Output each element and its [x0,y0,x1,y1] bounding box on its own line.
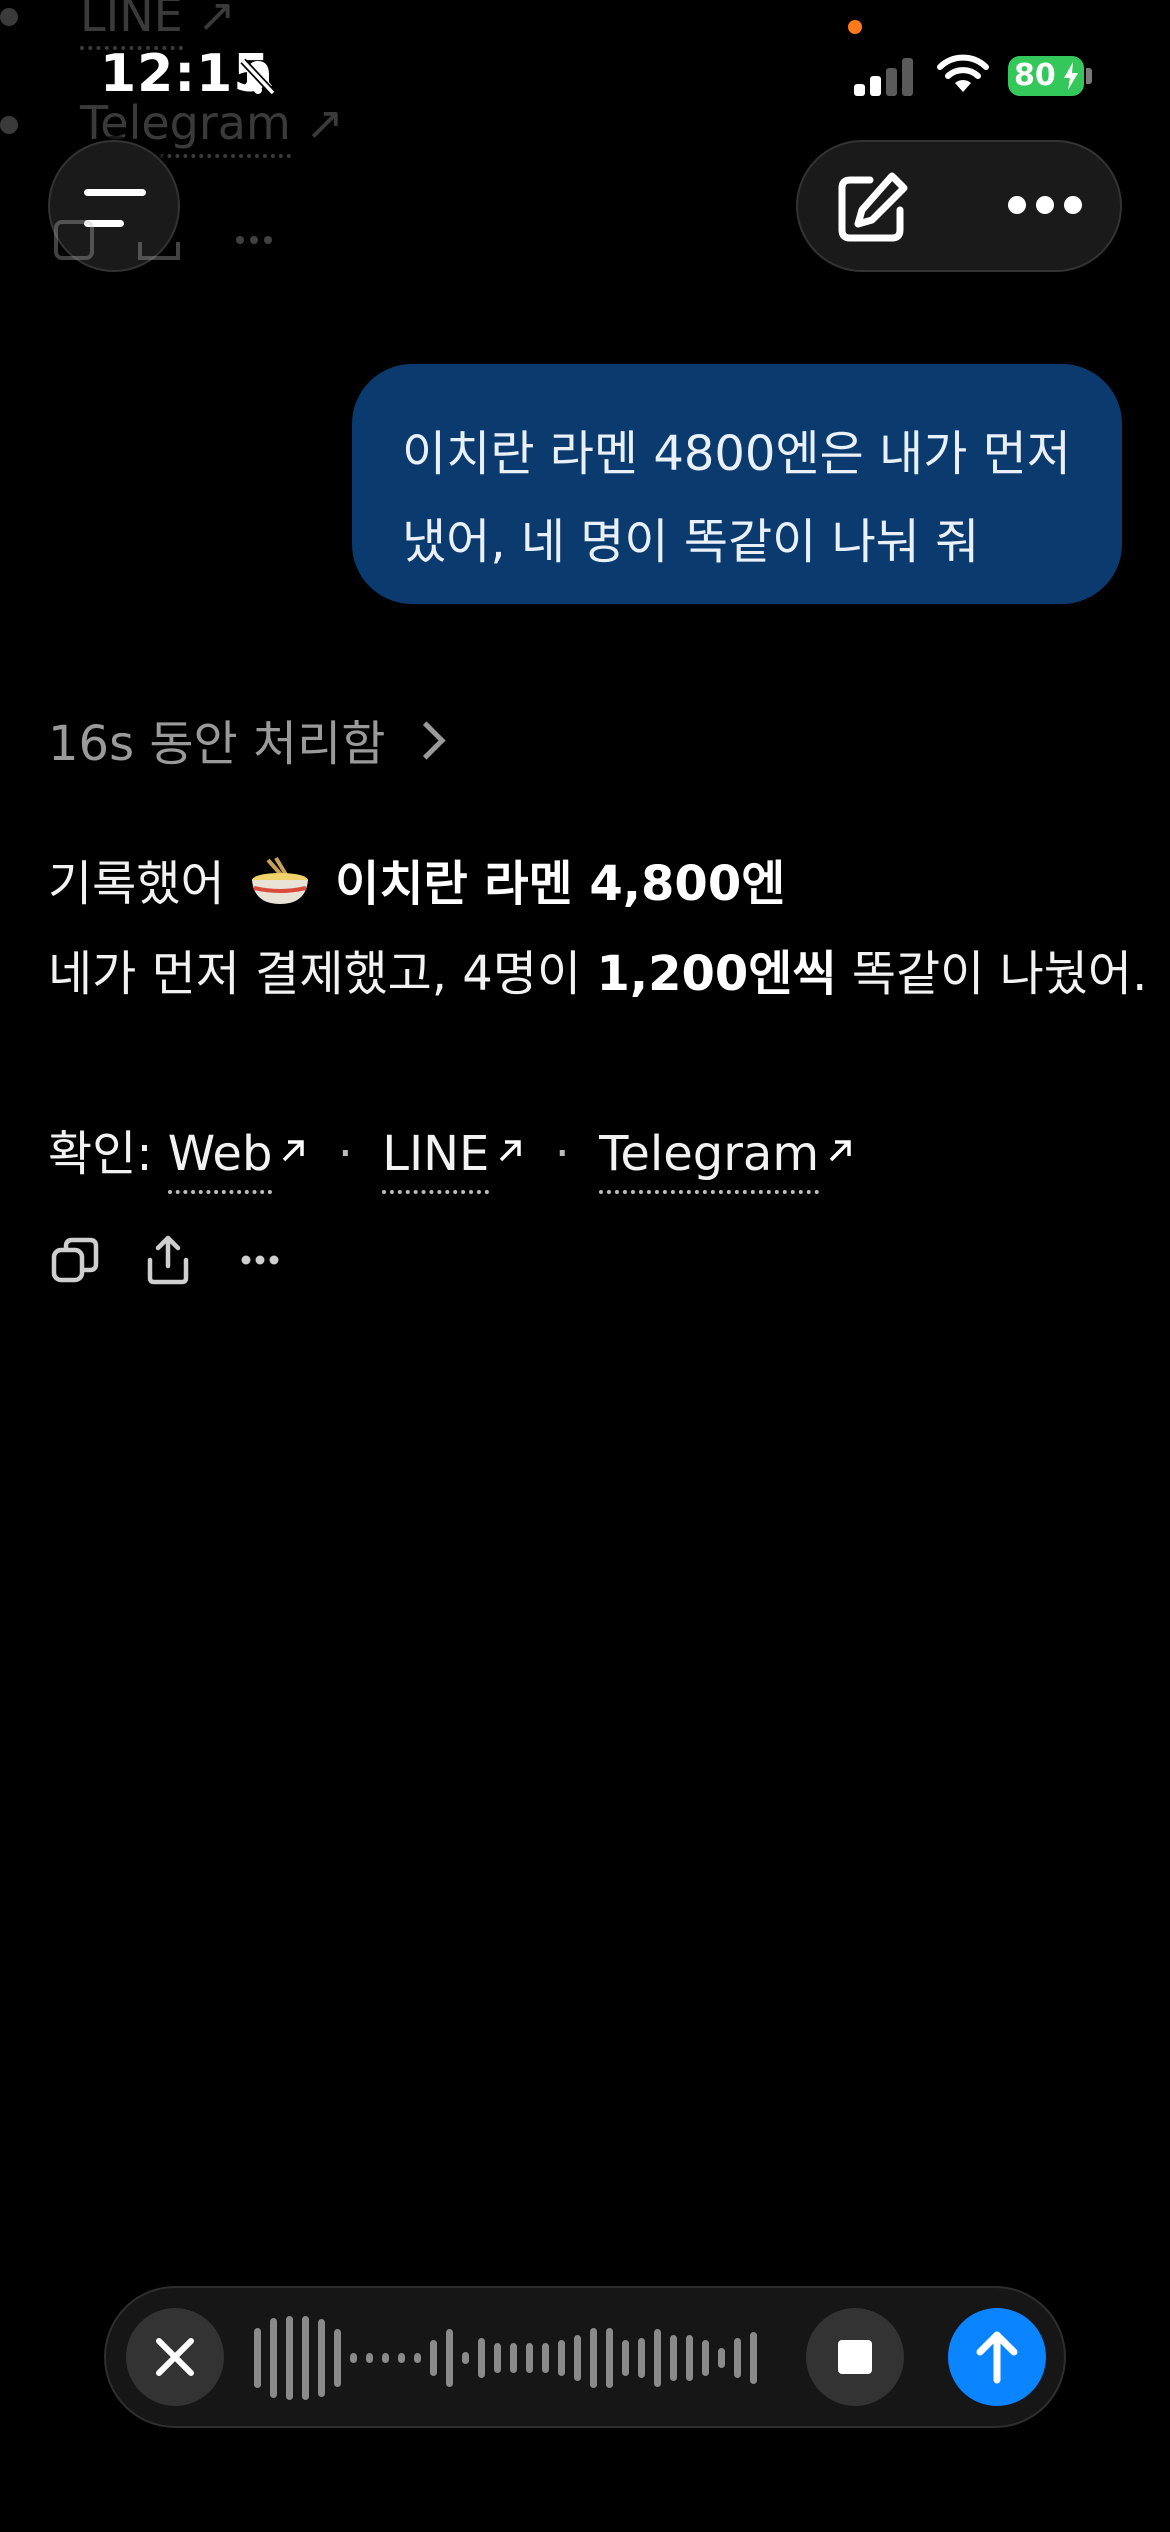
ellipsis-icon[interactable] [1008,196,1082,220]
user-message-line: 냈어, 네 명이 똑같이 나눠 줘 [402,514,980,570]
assistant-answer-line1: 기록했어 이치란 라멘 4,800엔 [48,844,785,914]
chevron-right-icon [407,721,446,760]
waveform-bar [542,2343,549,2373]
waveform-bar [366,2353,373,2363]
copy-icon[interactable] [48,1232,104,1288]
stop-icon [838,2340,872,2374]
waveform-bar [270,2318,277,2398]
audio-waveform [254,2288,854,2428]
assistant-answer-line2: 네가 먼저 결제했고, 4명이 1,200엔씩 똑같이 나눴어. [48,934,1147,1004]
waveform-bar [734,2338,741,2378]
user-message-line: 이치란 라멘 4800엔은 내가 먼저 [402,426,1071,482]
charging-bolt-icon [1064,62,1078,90]
send-button[interactable] [948,2308,1046,2406]
answer-text: 네가 먼저 결제했고, 4명이 [48,946,582,1002]
waveform-bar [334,2329,341,2387]
link-web[interactable]: Web [167,1126,273,1194]
waveform-bar [462,2352,469,2364]
privacy-indicator-dot [848,20,862,34]
waveform-bar [318,2319,325,2397]
battery-tip [1086,68,1092,84]
compose-icon[interactable] [834,170,910,246]
message-actions [48,1232,308,1292]
waveform-bar [478,2338,485,2378]
waveform-bar [638,2338,645,2378]
battery-indicator: 80 [1008,56,1084,96]
wifi-icon [937,54,989,92]
waveform-bar [254,2328,261,2388]
waveform-bar [382,2353,389,2363]
battery-level: 80 [1014,58,1056,93]
waveform-bar [430,2340,437,2376]
header-actions [796,140,1122,272]
waveform-bar [654,2329,661,2387]
waveform-bar [302,2316,309,2400]
answer-bold-text: 1,200엔씩 [596,946,837,1002]
confirm-links: 확인: Web · LINE · Telegram [48,1114,855,1194]
ramen-bowl-emoji [251,856,308,904]
ghost-list-item: LINE ↗ [0,0,236,50]
waveform-bar [718,2348,725,2368]
answer-text: 똑같이 나눴어. [851,946,1148,1002]
answer-text: 기록했어 [48,856,225,912]
waveform-bar [702,2340,709,2376]
arrow-up-icon [976,2331,1018,2384]
waveform-bar [350,2353,357,2363]
waveform-bar [622,2340,629,2376]
close-icon [156,2338,194,2376]
external-arrow-icon [500,1140,522,1162]
waveform-bar [558,2340,565,2376]
waveform-bar [606,2328,613,2388]
waveform-bar [446,2329,453,2387]
waveform-bar [398,2353,405,2363]
reasoning-label: 16s 동안 처리함 [48,716,386,772]
link-telegram[interactable]: Telegram [599,1126,820,1194]
link-separator: · [337,1126,353,1182]
reasoning-toggle[interactable]: 16s 동안 처리함 [48,704,446,774]
more-options-icon[interactable] [232,1232,288,1288]
waveform-bar [494,2343,501,2373]
link-separator: · [554,1126,570,1182]
waveform-bar [590,2328,597,2388]
share-icon[interactable] [140,1232,196,1288]
bell-muted-icon [240,58,276,96]
cancel-recording-button[interactable] [126,2308,224,2406]
link-line[interactable]: LINE [382,1126,490,1194]
external-arrow-icon [829,1140,851,1162]
chat-screen: LINE ↗ Telegram ↗ 12:15 80 이치란 라멘 4800엔은… [0,0,1170,2532]
waveform-bar [286,2316,293,2400]
waveform-bar [750,2332,757,2384]
waveform-bar [686,2335,693,2381]
confirm-label: 확인: [48,1126,153,1182]
user-message-bubble: 이치란 라멘 4800엔은 내가 먼저 냈어, 네 명이 똑같이 나눠 줘 [352,364,1122,604]
waveform-bar [414,2353,421,2363]
hamburger-icon [84,189,146,196]
external-arrow-icon [283,1140,305,1162]
cellular-signal-icon [854,56,916,96]
answer-bold-text: 이치란 라멘 4,800엔 [335,856,786,912]
ghost-message-actions [54,220,272,260]
stop-recording-button[interactable] [806,2308,904,2406]
waveform-bar [574,2335,581,2381]
voice-input-bar [104,2286,1066,2428]
waveform-bar [510,2343,517,2373]
waveform-bar [670,2335,677,2381]
waveform-bar [526,2343,533,2373]
